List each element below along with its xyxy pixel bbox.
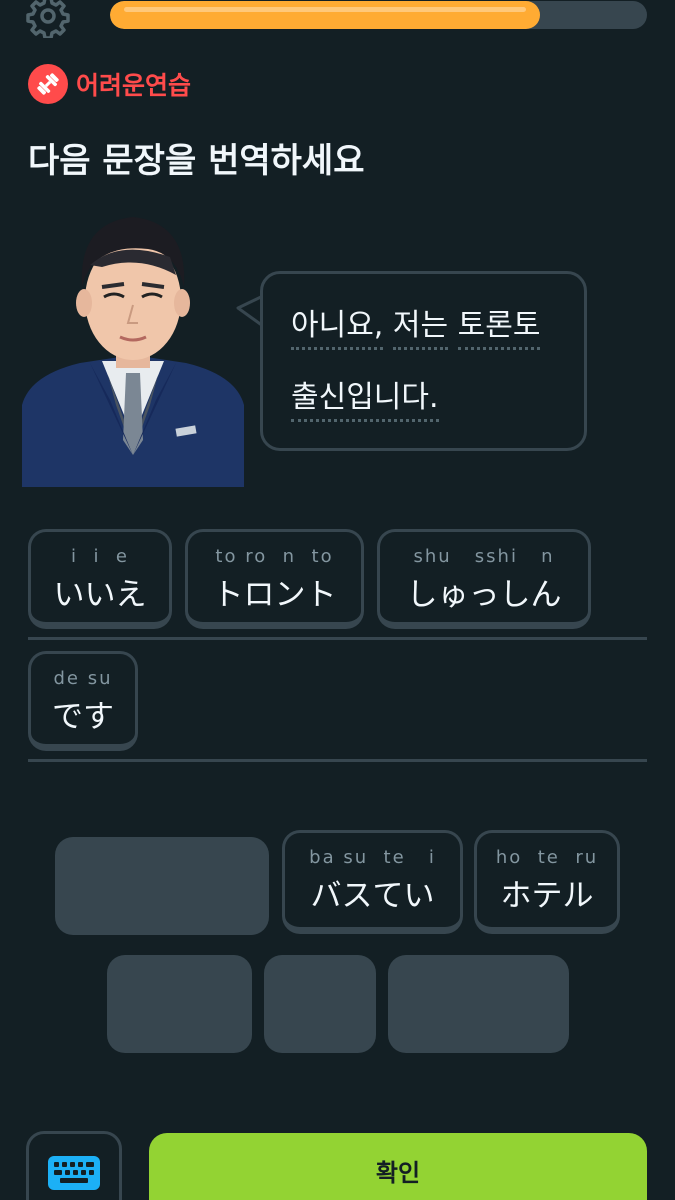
empty-bank-slot [107,955,252,1053]
keyboard-toggle-button[interactable] [26,1131,122,1200]
gear-icon[interactable] [26,0,70,38]
word-bank-tile[interactable]: ba su te i バスてい [282,830,463,934]
avatar [20,205,246,487]
prompt-word[interactable]: 저는 [392,308,449,350]
empty-bank-slot [388,955,569,1053]
page-title: 다음 문장을 번역하세요 [28,141,365,181]
empty-bank-slot [55,837,269,935]
tile-romaji: i i e [71,546,129,567]
speech-bubble: 아니요, 저는 토론토 출신입니다. [260,271,587,451]
prompt-line-1: 아니요, 저는 토론토 [291,300,541,350]
check-button[interactable]: 확인 [149,1133,647,1200]
tile-kana: トロント [212,577,337,613]
empty-bank-slot [264,955,376,1053]
tile-kana: バスてい [310,878,435,914]
prompt-word[interactable]: 아니요, [291,308,384,350]
tile-kana: ホテル [500,878,594,914]
progress-bar [110,1,647,29]
answer-line [28,759,647,762]
tile-romaji: shu sshi n [413,546,555,567]
keyboard-icon [48,1156,100,1190]
answer-tile[interactable]: shu sshi n しゅっしん [377,529,591,629]
answer-tile[interactable]: de su です [28,651,138,751]
prompt-word[interactable]: 출신입니다. [291,380,439,422]
answer-line [28,637,647,640]
answer-tile[interactable]: i i e いいえ [28,529,172,629]
answer-tile[interactable]: to ro n to トロント [185,529,364,629]
prompt-word[interactable]: 토론토 [457,308,541,350]
word-bank-tile[interactable]: ho te ru ホテル [474,830,620,934]
tile-kana: いいえ [53,577,147,613]
lesson-screen: 어려운연습 다음 문장을 번역하세요 아니요, 저는 토론토 출신입니다. i … [0,0,675,1200]
dumbbell-icon [28,64,68,104]
tile-romaji: to ro n to [215,546,334,567]
tile-kana: しゅっしん [406,577,562,613]
progress-fill [110,1,540,29]
badge-label: 어려운연습 [76,71,192,100]
prompt-line-2: 출신입니다. [291,372,439,422]
tile-kana: です [52,699,114,735]
hard-exercise-badge: 어려운연습 [28,64,191,104]
check-button-label: 확인 [375,1159,421,1187]
tile-romaji: de su [53,668,113,689]
tile-romaji: ho te ru [495,847,599,868]
tile-romaji: ba su te i [309,847,436,868]
